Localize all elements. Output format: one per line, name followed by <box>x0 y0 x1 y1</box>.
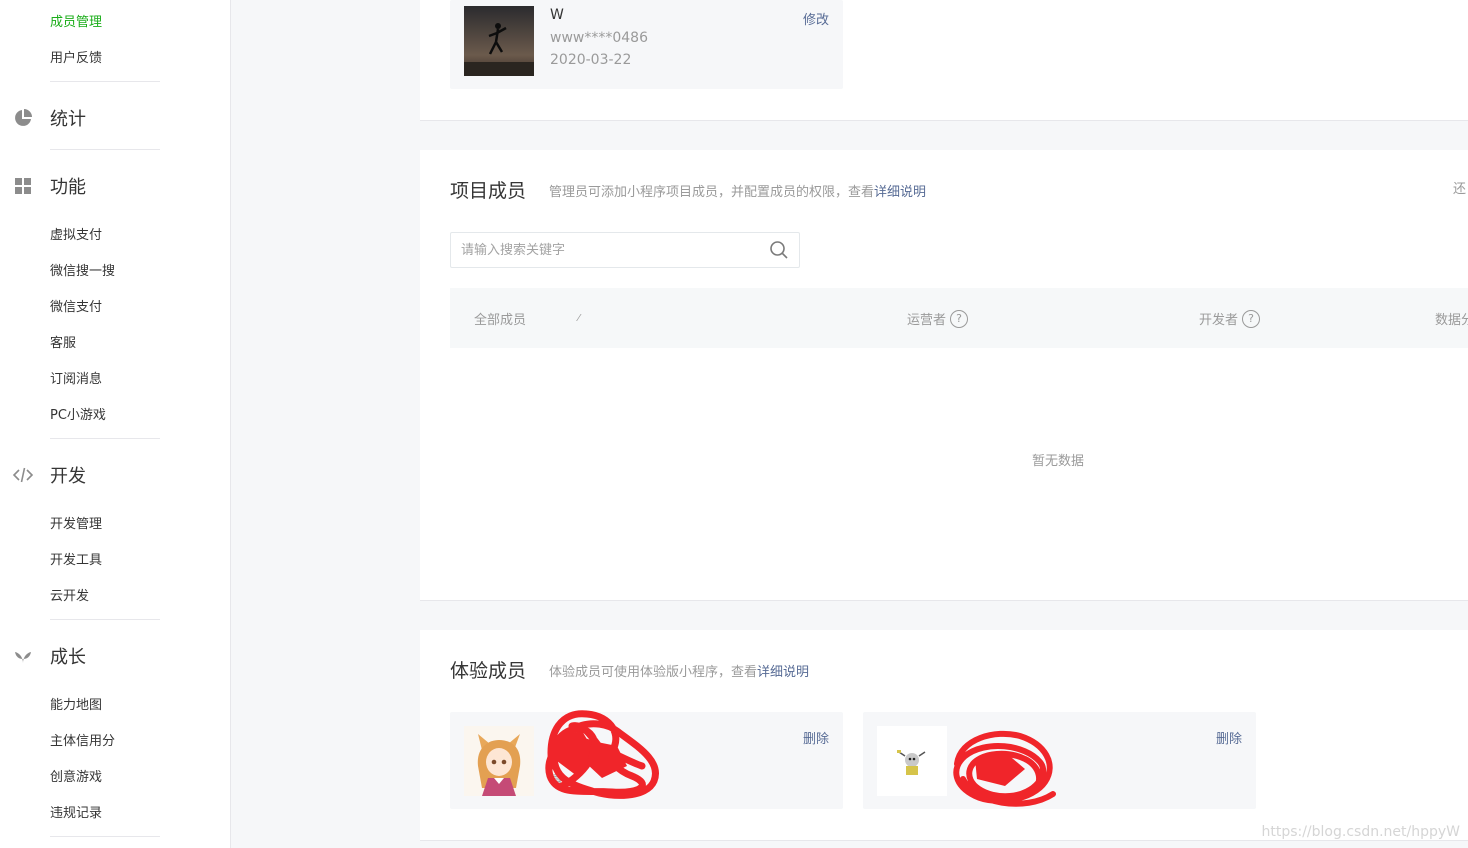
divider <box>50 619 160 620</box>
sidebar-item-subscribe-msg[interactable]: 订阅消息 <box>50 368 102 387</box>
sidebar-group-dev[interactable]: 开发 <box>12 462 86 488</box>
delete-link[interactable]: 删除 <box>1216 728 1242 747</box>
project-members-card: 项目成员 管理员可添加小程序项目成员，并配置成员的权限，查看详细说明 还 全部成… <box>420 150 1468 601</box>
divider <box>50 81 160 82</box>
pie-chart-icon <box>12 107 34 129</box>
delete-link[interactable]: 删除 <box>803 728 829 747</box>
divider <box>50 149 160 150</box>
empty-state: 暂无数据 <box>1032 454 1085 469</box>
column-all-members[interactable]: 全部成员 ⁄ <box>474 309 580 328</box>
sidebar-item-customer-service[interactable]: 客服 <box>50 332 76 351</box>
search-input[interactable] <box>461 233 751 267</box>
section-desc: 管理员可添加小程序项目成员，并配置成员的权限，查看详细说明 <box>549 181 926 200</box>
sprout-icon <box>12 645 34 667</box>
trial-member-card: 删除 <box>863 712 1256 809</box>
avatar <box>464 726 534 796</box>
admin-member-box: W www****0486 2020-03-22 修改 <box>450 0 843 89</box>
divider <box>50 438 160 439</box>
sidebar: 成员管理 用户反馈 统计 功能 虚拟支付 微信搜一搜 微信支付 客服 订阅消息 … <box>0 0 231 848</box>
details-link[interactable]: 详细说明 <box>874 185 926 200</box>
code-icon <box>12 464 34 486</box>
avatar <box>877 726 947 796</box>
watermark: https://blog.csdn.net/hppyW <box>1261 824 1460 840</box>
search-icon[interactable] <box>769 240 789 260</box>
column-label: 全部成员 <box>474 313 527 328</box>
details-link[interactable]: 详细说明 <box>757 665 809 680</box>
admin-account: www****0486 <box>550 30 648 46</box>
sidebar-group-label: 开发 <box>50 466 86 487</box>
column-label: 数据分 <box>1435 313 1468 328</box>
sidebar-group-features[interactable]: 功能 <box>12 173 86 199</box>
search-box <box>450 232 800 268</box>
sidebar-item-dev-management[interactable]: 开发管理 <box>50 513 102 532</box>
sort-icon[interactable]: ⁄ <box>578 313 580 324</box>
column-operator: 运营者 ? <box>907 309 969 328</box>
sidebar-item-virtual-pay[interactable]: 虚拟支付 <box>50 224 102 243</box>
sidebar-item-violation-record[interactable]: 违规记录 <box>50 802 102 821</box>
help-icon[interactable]: ? <box>1242 309 1261 328</box>
column-label: 运营者 <box>907 313 947 328</box>
trial-member-card: 冒 删除 <box>450 710 843 809</box>
sidebar-item-wechat-search[interactable]: 微信搜一搜 <box>50 260 115 279</box>
sidebar-item-credit-score[interactable]: 主体信用分 <box>50 730 115 749</box>
section-title: 项目成员 <box>450 180 527 202</box>
admin-date: 2020-03-22 <box>550 52 632 68</box>
sidebar-item-cloud-dev[interactable]: 云开发 <box>50 585 89 604</box>
section-desc-text: 体验成员可使用体验版小程序，查看 <box>549 665 758 680</box>
divider <box>50 836 160 837</box>
sidebar-group-stats[interactable]: 统计 <box>12 105 86 131</box>
sidebar-group-label: 功能 <box>50 177 86 198</box>
sidebar-item-pc-minigame[interactable]: PC小游戏 <box>50 404 106 423</box>
help-icon[interactable]: ? <box>950 309 969 328</box>
admin-name: W <box>550 7 564 23</box>
sidebar-group-label: 成长 <box>50 647 86 668</box>
trial-members-card: 体验成员 体验成员可使用体验版小程序，查看详细说明 冒 删除 删除 <box>420 630 1468 841</box>
grid-icon <box>12 175 34 197</box>
sidebar-item-dev-tools[interactable]: 开发工具 <box>50 549 102 568</box>
section-title: 体验成员 <box>450 660 527 682</box>
edit-link[interactable]: 修改 <box>803 9 829 28</box>
section-desc-text: 管理员可添加小程序项目成员，并配置成员的权限，查看 <box>549 185 875 200</box>
members-table-header: 全部成员 ⁄ 运营者 ? 开发者 ? 数据分 <box>450 288 1468 348</box>
sidebar-item-member-management[interactable]: 成员管理 <box>50 11 102 30</box>
avatar <box>464 6 534 76</box>
redaction-scribble <box>545 710 659 799</box>
sidebar-item-creative-game[interactable]: 创意游戏 <box>50 766 102 785</box>
admin-card: W www****0486 2020-03-22 修改 <box>420 0 1468 121</box>
section-desc: 体验成员可使用体验版小程序，查看详细说明 <box>549 661 809 680</box>
redaction-scribble <box>953 730 1056 807</box>
sidebar-group-growth[interactable]: 成长 <box>12 643 86 669</box>
column-data-analyst: 数据分 <box>1435 309 1468 328</box>
sidebar-group-label: 统计 <box>50 109 86 130</box>
truncated-action[interactable]: 还 <box>1453 178 1466 197</box>
sidebar-item-ability-map[interactable]: 能力地图 <box>50 694 102 713</box>
column-developer: 开发者 ? <box>1199 309 1261 328</box>
column-label: 开发者 <box>1199 313 1239 328</box>
sidebar-item-wechat-pay[interactable]: 微信支付 <box>50 296 102 315</box>
sidebar-item-user-feedback[interactable]: 用户反馈 <box>50 47 102 66</box>
